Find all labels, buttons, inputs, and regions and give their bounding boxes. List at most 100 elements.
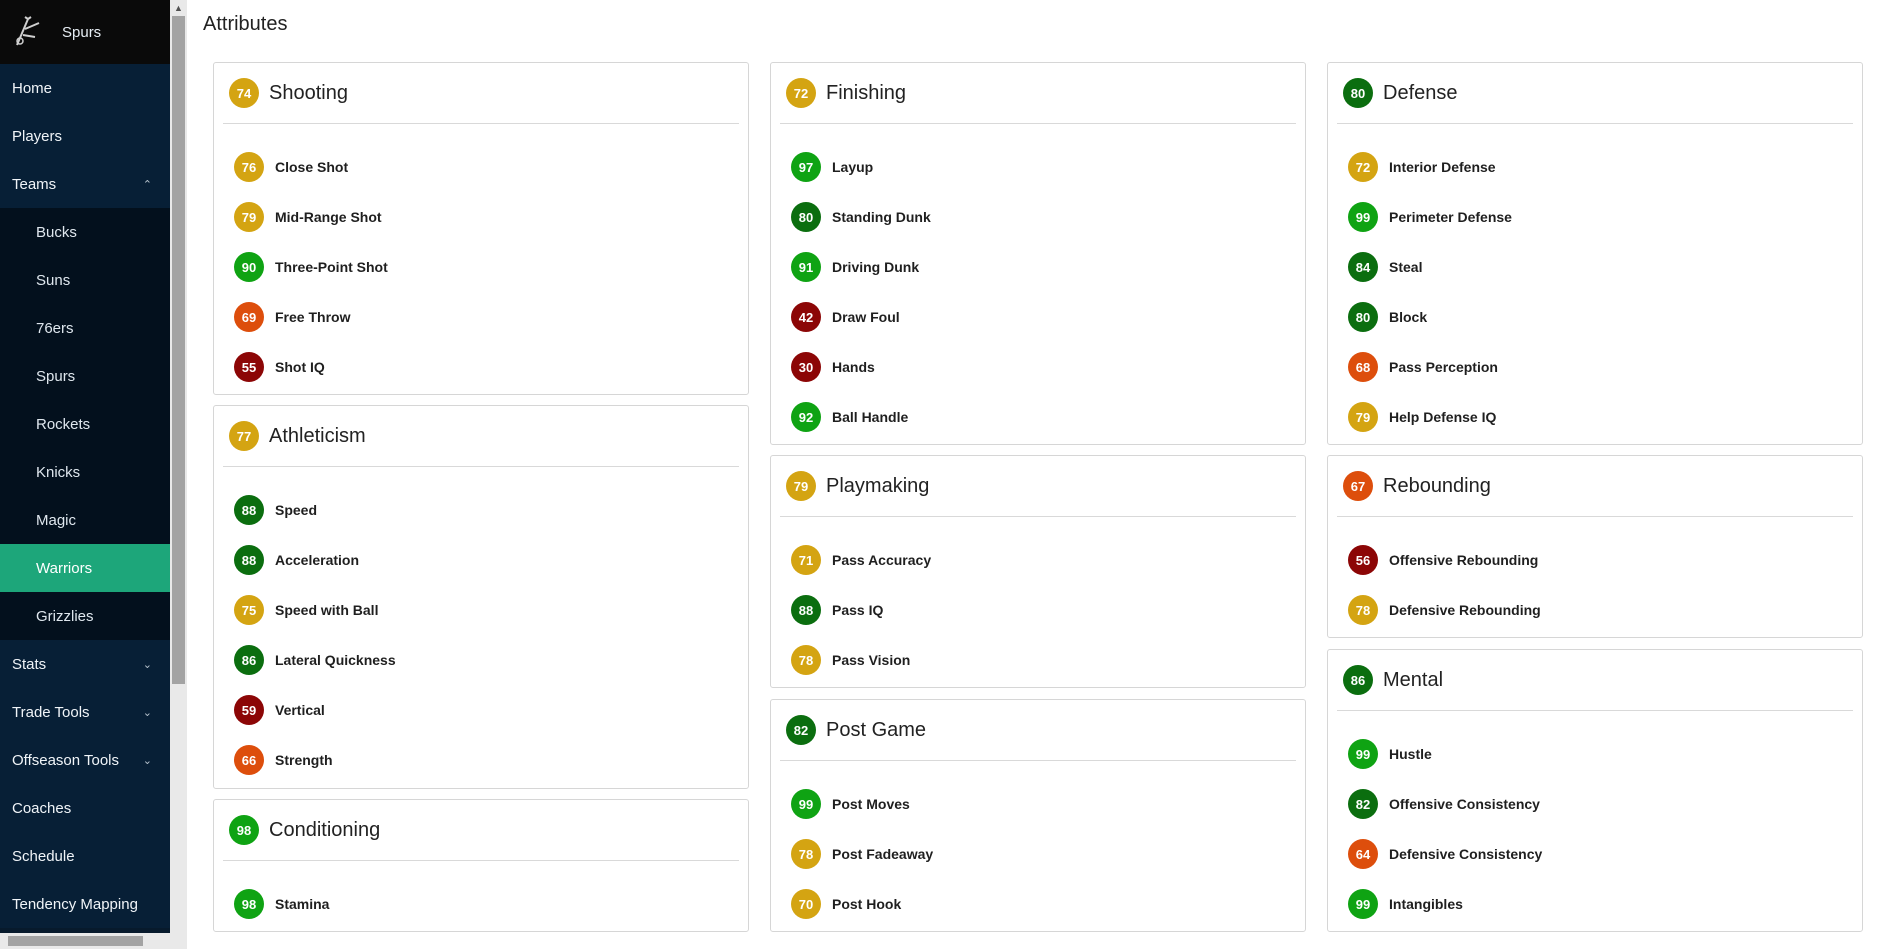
nav-teams[interactable]: Teams ⌃ (0, 160, 170, 208)
nav-schedule[interactable]: Schedule (0, 832, 170, 880)
scrollbar-thumb[interactable] (8, 936, 143, 946)
card-header: 86 Mental (1337, 650, 1853, 711)
card-header: 67 Rebounding (1337, 456, 1853, 517)
sidebar-vertical-scrollbar[interactable]: ▲ ▼ (170, 0, 187, 949)
card-header: 74 Shooting (223, 63, 739, 124)
attribute-name: Hands (832, 359, 875, 375)
attribute-row: 64 Defensive Consistency (1328, 829, 1862, 879)
attribute-name: Interior Defense (1389, 159, 1496, 175)
card-post-game: 82 Post Game 99 Post Moves 78 Post Fadeaway 70… (770, 699, 1306, 932)
nav-players[interactable]: Players (0, 112, 170, 160)
team-item-76ers[interactable]: 76ers (0, 304, 170, 352)
card-header: 77 Athleticism (223, 406, 739, 467)
scrollbar-thumb[interactable] (172, 16, 185, 684)
card-playmaking: 79 Playmaking 71 Pass Accuracy 88 Pass IQ 78 Pa… (770, 455, 1306, 688)
attribute-row: 84 Steal (1328, 242, 1862, 292)
nav-label: Coaches (12, 799, 72, 817)
category-title: Rebounding (1383, 474, 1491, 497)
nav-trade-tools[interactable]: Trade Tools ⌄ (0, 688, 170, 736)
attribute-name: Defensive Rebounding (1389, 602, 1541, 618)
attribute-name: Driving Dunk (832, 259, 920, 275)
nav-offseason-tools[interactable]: Offseason Tools ⌄ (0, 736, 170, 784)
category-title: Defense (1383, 81, 1458, 104)
nav-label: Schedule (12, 847, 75, 865)
category-rating-badge: 98 (229, 815, 259, 845)
sidebar-brand[interactable]: Spurs (0, 0, 170, 64)
attribute-rating-badge: 79 (234, 202, 264, 232)
attribute-rating-badge: 99 (791, 789, 821, 819)
attribute-name: Layup (832, 159, 874, 175)
category-rating-badge: 67 (1343, 471, 1373, 501)
attribute-row: 79 Mid-Range Shot (214, 192, 748, 242)
attribute-row: 88 Speed (214, 485, 748, 535)
attribute-name: Perimeter Defense (1389, 209, 1512, 225)
attribute-name: Post Fadeaway (832, 846, 934, 862)
attribute-row: 82 Offensive Consistency (1328, 779, 1862, 829)
attribute-rating-badge: 92 (791, 402, 821, 432)
team-item-spurs[interactable]: Spurs (0, 352, 170, 400)
attribute-name: Pass Accuracy (832, 552, 932, 568)
attribute-name: Block (1389, 309, 1428, 325)
category-rating-badge: 72 (786, 78, 816, 108)
team-item-bucks[interactable]: Bucks (0, 208, 170, 256)
attribute-rating-badge: 30 (791, 352, 821, 382)
attribute-rating-badge: 72 (1348, 152, 1378, 182)
nav-label: Offseason Tools (12, 751, 120, 769)
attribute-row: 68 Pass Perception (1328, 342, 1862, 392)
attribute-name: Mid-Range Shot (275, 209, 382, 225)
attribute-row: 90 Three-Point Shot (214, 242, 748, 292)
card-finishing: 72 Finishing 97 Layup 80 Standing Dunk 91 Drivi… (770, 62, 1306, 445)
attribute-row: 78 Pass Vision (771, 635, 1305, 685)
team-item-rockets[interactable]: Rockets (0, 400, 170, 448)
attribute-row: 80 Standing Dunk (771, 192, 1305, 242)
nav-home[interactable]: Home (0, 64, 170, 112)
attribute-rating-badge: 99 (1348, 889, 1378, 919)
team-item-suns[interactable]: Suns (0, 256, 170, 304)
attribute-row: 99 Hustle (1328, 729, 1862, 779)
nav-stats[interactable]: Stats ⌄ (0, 640, 170, 688)
category-title: Playmaking (826, 474, 930, 497)
team-item-magic[interactable]: Magic (0, 496, 170, 544)
team-item-grizzlies[interactable]: Grizzlies (0, 592, 170, 640)
attribute-row: 88 Pass IQ (771, 585, 1305, 635)
attribute-row: 55 Shot IQ (214, 342, 748, 392)
attribute-row: 75 Speed with Ball (214, 585, 748, 635)
category-rating-badge: 74 (229, 78, 259, 108)
card-mental: 86 Mental 99 Hustle 82 Offensive Consistency 6… (1327, 649, 1863, 932)
attribute-rating-badge: 75 (234, 595, 264, 625)
card-shooting: 74 Shooting 76 Close Shot 79 Mid-Range Shot 90… (213, 62, 749, 395)
attribute-rating-badge: 98 (234, 889, 264, 919)
attribute-list: 88 Speed 88 Acceleration 75 Speed with Ball 86… (214, 467, 748, 785)
attribute-name: Pass IQ (832, 602, 884, 618)
attribute-list: 76 Close Shot 79 Mid-Range Shot 90 Three-Poin… (214, 124, 748, 392)
attribute-row: 99 Intangibles (1328, 879, 1862, 929)
attribute-rating-badge: 88 (791, 595, 821, 625)
card-athleticism: 77 Athleticism 88 Speed 88 Acceleration 75 Spee… (213, 405, 749, 789)
sidebar-horizontal-scrollbar[interactable] (0, 933, 187, 949)
attribute-row: 78 Defensive Rebounding (1328, 585, 1862, 635)
attribute-name: Shot IQ (275, 359, 325, 375)
scroll-up-arrow-icon[interactable]: ▲ (170, 0, 187, 16)
attribute-rating-badge: 79 (1348, 402, 1378, 432)
attribute-name: Lateral Quickness (275, 652, 396, 668)
card-header: 82 Post Game (780, 700, 1296, 761)
attribute-row: 98 Stamina (214, 879, 748, 929)
attribute-rating-badge: 91 (791, 252, 821, 282)
category-rating-badge: 86 (1343, 665, 1373, 695)
attribute-name: Standing Dunk (832, 209, 931, 225)
attribute-rating-badge: 90 (234, 252, 264, 282)
attribute-name: Steal (1389, 259, 1423, 275)
team-item-knicks[interactable]: Knicks (0, 448, 170, 496)
attribute-rating-badge: 99 (1348, 739, 1378, 769)
attribute-name: Intangibles (1389, 896, 1463, 912)
card-header: 80 Defense (1337, 63, 1853, 124)
card-header: 79 Playmaking (780, 456, 1296, 517)
category-rating-badge: 82 (786, 715, 816, 745)
team-item-warriors[interactable]: Warriors (0, 544, 170, 592)
nav-label: Players (12, 127, 63, 145)
attribute-name: Speed (275, 502, 318, 518)
nav-tendency-mapping[interactable]: Tendency Mapping (0, 880, 170, 928)
nav-coaches[interactable]: Coaches (0, 784, 170, 832)
attribute-row: 80 Block (1328, 292, 1862, 342)
attribute-name: Draw Foul (832, 309, 900, 325)
